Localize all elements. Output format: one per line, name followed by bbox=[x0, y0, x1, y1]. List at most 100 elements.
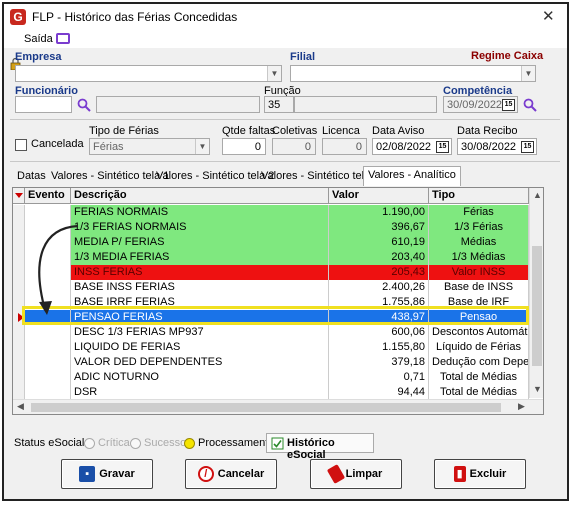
funcao-name-field bbox=[294, 96, 437, 113]
funcao-code-field: 35 bbox=[264, 96, 294, 113]
chevron-down-icon[interactable]: ▼ bbox=[267, 66, 281, 81]
cell-evento bbox=[25, 340, 71, 355]
status-bar: Status eSocial: Crítica Sucesso Processa… bbox=[4, 432, 567, 461]
excluir-label: Excluir bbox=[469, 468, 507, 480]
cell-tipo: Líquido de Férias bbox=[429, 340, 529, 355]
regime-caixa-label: Regime Caixa bbox=[471, 50, 544, 62]
table-row[interactable]: VALOR DED DEPENDENTES 379,18 Dedução com D… bbox=[13, 355, 529, 370]
close-icon[interactable]: ✕ bbox=[542, 7, 555, 25]
calendar-icon[interactable]: 15 bbox=[521, 141, 534, 153]
critica-radio bbox=[84, 438, 95, 449]
table-row[interactable]: ADIC NOTURNO 0,71 Total de Médias bbox=[13, 370, 529, 385]
table-row[interactable]: BASE INSS FERIAS 2.400,26 Base de INSS bbox=[13, 280, 529, 295]
gravar-button[interactable]: ▪ Gravar bbox=[61, 459, 153, 489]
tab-analitico[interactable]: Valores - Analítico bbox=[363, 166, 461, 186]
col-valor[interactable]: Valor bbox=[329, 188, 429, 204]
funcionario-code-input[interactable] bbox=[15, 96, 72, 113]
search-icon[interactable] bbox=[523, 98, 537, 112]
cell-valor: 396,67 bbox=[329, 220, 429, 235]
historico-esocial-label: Histórico eSocial bbox=[287, 437, 335, 461]
funcao-value: 35 bbox=[268, 99, 281, 111]
tipo-ferias-value: Férias bbox=[93, 141, 124, 153]
menu-saida[interactable]: Saída bbox=[24, 33, 53, 45]
empresa-label: Empresa bbox=[15, 51, 62, 63]
save-icon: ▪ bbox=[79, 466, 96, 482]
col-evento[interactable]: Evento bbox=[25, 188, 71, 204]
cell-descricao: MEDIA P/ FERIAS bbox=[71, 235, 329, 250]
scroll-right-icon[interactable]: ▶ bbox=[518, 401, 525, 412]
highlight-box bbox=[22, 306, 529, 325]
sucesso-radio bbox=[130, 438, 141, 449]
cell-descricao: ADIC NOTURNO bbox=[71, 370, 329, 385]
licenca-value: 0 bbox=[355, 141, 362, 153]
chevron-down-icon[interactable]: ▼ bbox=[195, 139, 209, 154]
trash-icon: ▮ bbox=[453, 466, 466, 482]
historico-esocial-tab[interactable]: Histórico eSocial bbox=[266, 433, 374, 461]
data-aviso-input[interactable]: 02/08/2022 15 bbox=[372, 138, 452, 155]
limpar-button[interactable]: Limpar bbox=[310, 459, 402, 489]
cell-tipo: Valor INSS bbox=[429, 265, 529, 280]
data-recibo-input[interactable]: 30/08/2022 15 bbox=[457, 138, 537, 155]
col-tipo[interactable]: Tipo bbox=[429, 188, 529, 204]
row-indicator bbox=[13, 370, 25, 385]
critica-label: Crítica bbox=[98, 437, 130, 449]
data-recibo-value: 30/08/2022 bbox=[461, 141, 517, 153]
cell-descricao: INSS FERIAS bbox=[71, 265, 329, 280]
cell-descricao: BASE INSS FERIAS bbox=[71, 280, 329, 295]
data-recibo-label: Data Recibo bbox=[457, 125, 518, 137]
tab-datas[interactable]: Datas bbox=[13, 168, 50, 186]
funcionario-name-field bbox=[96, 96, 260, 113]
table-row[interactable]: DESC 1/3 FERIAS MP937 600,06 Descontos Aut… bbox=[13, 325, 529, 340]
horizontal-scrollbar[interactable]: ◀ ▶ bbox=[13, 399, 543, 414]
cell-descricao: LIQUIDO DE FERIAS bbox=[71, 340, 329, 355]
sucesso-label: Sucesso bbox=[144, 437, 187, 449]
col-descricao[interactable]: Descrição bbox=[71, 188, 329, 204]
coletivas-field: 0 bbox=[272, 138, 316, 155]
cell-descricao: DESC 1/3 FERIAS MP937 bbox=[71, 325, 329, 340]
table-row[interactable]: 1/3 FERIAS NORMAIS 396,67 1/3 Férias bbox=[13, 220, 529, 235]
gravar-label: Gravar bbox=[99, 468, 135, 480]
cell-valor: 1.155,80 bbox=[329, 340, 429, 355]
search-icon[interactable] bbox=[77, 98, 91, 112]
scroll-up-icon[interactable]: ▲ bbox=[533, 190, 542, 200]
row-indicator bbox=[13, 355, 25, 370]
tipo-ferias-select[interactable]: Férias ▼ bbox=[89, 138, 210, 155]
chevron-down-icon[interactable]: ▼ bbox=[521, 66, 535, 81]
competencia-field[interactable]: 30/09/2022 15 bbox=[443, 96, 518, 113]
monitor-icon[interactable] bbox=[56, 33, 70, 44]
calendar-icon[interactable]: 15 bbox=[502, 99, 515, 111]
table-row[interactable]: MEDIA P/ FERIAS 610,19 Médias bbox=[13, 235, 529, 250]
cell-evento bbox=[25, 385, 71, 400]
empresa-select[interactable]: ▼ bbox=[15, 65, 282, 82]
cell-valor: 379,18 bbox=[329, 355, 429, 370]
cancelar-label: Cancelar bbox=[217, 468, 265, 480]
cell-tipo: Férias bbox=[429, 205, 529, 220]
sort-down-icon bbox=[15, 193, 23, 198]
table-row[interactable]: 1/3 MEDIA FERIAS 203,40 1/3 Médias bbox=[13, 250, 529, 265]
scroll-down-icon[interactable]: ▼ bbox=[533, 384, 542, 394]
table-row[interactable]: FERIAS NORMAIS 1.190,00 Férias bbox=[13, 205, 529, 220]
cell-valor: 0,71 bbox=[329, 370, 429, 385]
vertical-scrollbar[interactable]: ▲ ▼ bbox=[529, 188, 543, 398]
hscroll-thumb[interactable] bbox=[31, 403, 501, 412]
row-indicator bbox=[13, 385, 25, 400]
calendar-icon[interactable]: 15 bbox=[436, 141, 449, 153]
cell-tipo: Médias bbox=[429, 235, 529, 250]
cancelar-button[interactable]: / Cancelar bbox=[185, 459, 277, 489]
cell-descricao: VALOR DED DEPENDENTES bbox=[71, 355, 329, 370]
table-row[interactable]: LIQUIDO DE FERIAS 1.155,80 Líquido de Féri… bbox=[13, 340, 529, 355]
scroll-left-icon[interactable]: ◀ bbox=[17, 401, 24, 412]
tipo-ferias-label: Tipo de Férias bbox=[89, 125, 159, 137]
cell-evento bbox=[25, 355, 71, 370]
app-logo-icon: G bbox=[10, 9, 26, 25]
qtde-faltas-input[interactable]: 0 bbox=[222, 138, 266, 155]
cell-tipo: Base de INSS bbox=[429, 280, 529, 295]
row-indicator bbox=[13, 325, 25, 340]
cancelada-checkbox[interactable] bbox=[15, 139, 27, 151]
table-row[interactable]: INSS FERIAS 205,43 Valor INSS bbox=[13, 265, 529, 280]
table-row[interactable]: DSR 94,44 Total de Médias bbox=[13, 385, 529, 400]
filial-select[interactable]: ▼ bbox=[290, 65, 536, 82]
excluir-button[interactable]: ▮ Excluir bbox=[434, 459, 526, 489]
scroll-thumb[interactable] bbox=[532, 246, 542, 366]
cell-descricao: FERIAS NORMAIS bbox=[71, 205, 329, 220]
